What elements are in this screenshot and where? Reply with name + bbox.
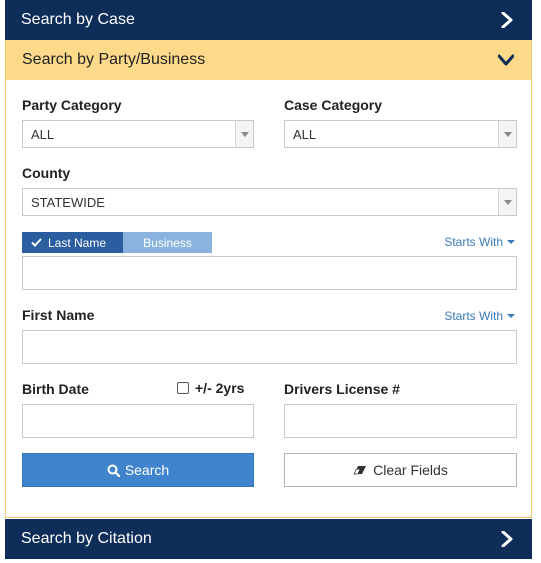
- case-category-value: ALL: [293, 126, 317, 142]
- business-toggle[interactable]: Business: [123, 232, 212, 253]
- chevron-right-icon: [498, 530, 516, 548]
- last-name-input[interactable]: [22, 256, 517, 290]
- last-name-toggle[interactable]: Last Name: [22, 232, 123, 253]
- first-name-label: First Name: [22, 307, 95, 323]
- case-category-label: Case Category: [284, 97, 383, 113]
- birth-date-input[interactable]: [22, 404, 254, 438]
- accordion-search-by-case-label: Search by Case: [21, 11, 135, 28]
- search-icon: [107, 464, 120, 477]
- chevron-down-icon: [498, 121, 516, 147]
- accordion-search-by-case[interactable]: Search by Case: [5, 0, 532, 40]
- party-category-value: ALL: [31, 126, 55, 142]
- party-category-select[interactable]: ALL: [22, 120, 254, 148]
- drivers-license-input[interactable]: [284, 404, 517, 438]
- party-category-label: Party Category: [22, 97, 122, 113]
- chevron-down-icon: [497, 51, 515, 69]
- chevron-right-icon: [498, 11, 516, 29]
- birth-date-range-option: +/- 2yrs: [177, 380, 244, 396]
- county-label: County: [22, 165, 71, 181]
- accordion-search-by-citation[interactable]: Search by Citation: [5, 519, 532, 559]
- chevron-down-icon: [235, 121, 253, 147]
- search-button[interactable]: Search: [22, 453, 254, 487]
- eraser-icon: [353, 466, 367, 475]
- accordion-search-by-party-label: Search by Party/Business: [22, 51, 206, 68]
- accordion-search-by-citation-label: Search by Citation: [21, 530, 152, 547]
- birth-date-range-label: +/- 2yrs: [195, 380, 245, 396]
- name-type-toggle: Last Name Business: [22, 232, 212, 253]
- county-select[interactable]: STATEWIDE: [22, 188, 517, 216]
- party-search-panel: Party Category ALL Case Category ALL Cou…: [5, 80, 532, 518]
- search-button-label: Search: [124, 462, 170, 478]
- caret-down-icon: [507, 314, 515, 318]
- caret-down-icon: [507, 240, 515, 244]
- business-toggle-label: Business: [143, 235, 192, 250]
- first-name-starts-with-label: Starts With: [444, 309, 503, 323]
- first-name-starts-with-dropdown[interactable]: Starts With: [444, 309, 515, 323]
- chevron-down-icon: [498, 189, 516, 215]
- county-value: STATEWIDE: [31, 194, 105, 210]
- drivers-license-label: Drivers License #: [284, 381, 400, 397]
- accordion-search-by-party[interactable]: Search by Party/Business: [5, 40, 532, 80]
- last-name-toggle-label: Last Name: [48, 235, 107, 250]
- last-name-starts-with-label: Starts With: [444, 235, 503, 249]
- first-name-input[interactable]: [22, 330, 517, 364]
- birth-date-label: Birth Date: [22, 381, 89, 397]
- case-category-select[interactable]: ALL: [284, 120, 517, 148]
- birth-date-range-checkbox[interactable]: [177, 382, 189, 394]
- check-icon: [31, 238, 42, 247]
- clear-fields-button[interactable]: Clear Fields: [284, 453, 517, 487]
- last-name-starts-with-dropdown[interactable]: Starts With: [444, 235, 515, 249]
- clear-fields-button-label: Clear Fields: [373, 462, 448, 478]
